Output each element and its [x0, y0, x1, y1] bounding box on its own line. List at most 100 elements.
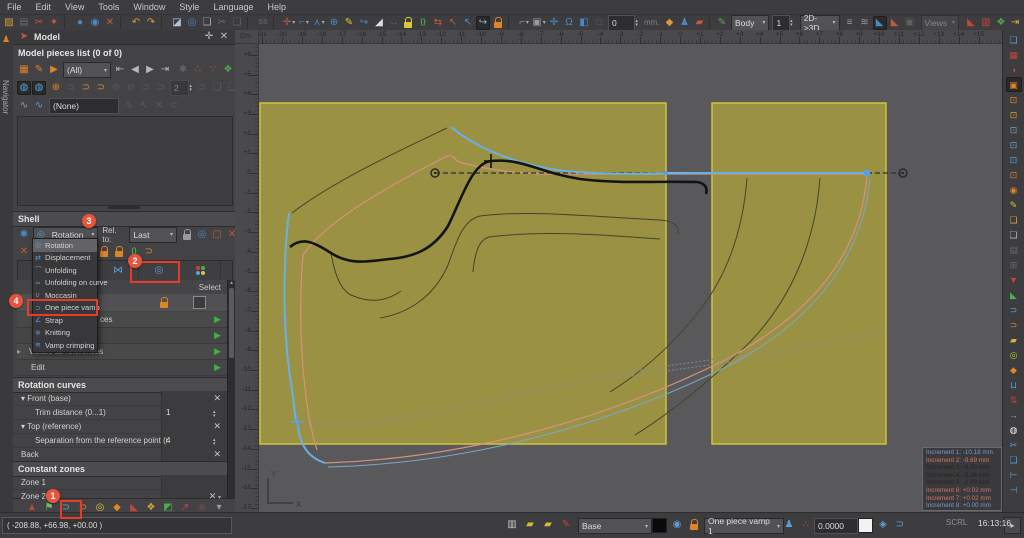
- prev-icon[interactable]: ◀: [128, 63, 142, 77]
- row-lock-icon[interactable]: [157, 296, 171, 310]
- branch-tool-icon[interactable]: ⋏▾: [312, 16, 326, 30]
- surface-mode-icon[interactable]: SS: [256, 16, 270, 30]
- tool-blue-icon[interactable]: ⊔: [1006, 377, 1022, 392]
- property-row[interactable]: ▾ Front (base)✕: [13, 391, 235, 406]
- tab-pieces-colors[interactable]: [180, 262, 221, 279]
- apply-arrow-icon[interactable]: ▶: [214, 362, 221, 373]
- piece-lock-icon[interactable]: [687, 518, 701, 532]
- copies-field[interactable]: 2: [170, 80, 189, 96]
- ref-box-icon[interactable]: □: [592, 16, 606, 30]
- eraser-icon[interactable]: ◪: [170, 16, 184, 30]
- clear-curve-button[interactable]: ✕: [213, 449, 221, 459]
- link-icon[interactable]: ↔: [387, 16, 401, 30]
- tiles-icon[interactable]: ⊞: [1006, 257, 1022, 272]
- scroll-more-icon[interactable]: ▾: [216, 495, 221, 501]
- clear-curve-button[interactable]: ✕: [213, 421, 221, 431]
- model-window-icon[interactable]: ➤: [17, 30, 31, 44]
- compare-icon[interactable]: ▰: [693, 16, 707, 30]
- win-c-icon[interactable]: ⊡: [1006, 122, 1022, 137]
- menu-help[interactable]: Help: [260, 2, 293, 12]
- star-icon[interactable]: ✱: [176, 63, 190, 77]
- property-value[interactable]: 4: [166, 436, 170, 445]
- last-ref-icon[interactable]: ◆: [663, 16, 677, 30]
- curve-d-icon[interactable]: ⊂: [167, 99, 181, 113]
- color-grid-icon[interactable]: ❖: [994, 16, 1008, 30]
- drawing-canvas[interactable]: Y X: [235, 30, 1002, 512]
- win-ball-icon[interactable]: ◉: [1006, 182, 1022, 197]
- vamp-status-icon[interactable]: ⊃: [893, 518, 907, 532]
- shell-target-icon[interactable]: ◎: [195, 228, 209, 242]
- delete-shell-icon[interactable]: ✕: [17, 245, 31, 259]
- first-icon[interactable]: ⇤: [113, 63, 127, 77]
- option-row[interactable]: Edit▶: [17, 360, 227, 376]
- group-field[interactable]: (None): [49, 98, 119, 114]
- menu-item-unfolding-on-curve[interactable]: ≃Unfolding on curve: [33, 277, 97, 290]
- point-tool-icon[interactable]: ✛▾: [282, 16, 296, 30]
- menu-item-vamp-crimping[interactable]: ≋Vamp crimping: [33, 339, 97, 352]
- folder-a-icon[interactable]: ▰: [523, 518, 537, 532]
- diamond-icon[interactable]: ◈: [876, 518, 890, 532]
- measure-a-icon[interactable]: ⊢: [1006, 467, 1022, 482]
- pieces-list[interactable]: [17, 116, 233, 206]
- menu-tools[interactable]: Tools: [91, 2, 126, 12]
- piece-c-icon[interactable]: ⊃: [139, 81, 153, 95]
- model-tools-icon[interactable]: ✦: [47, 16, 61, 30]
- menu-view[interactable]: View: [58, 2, 91, 12]
- dots-red-a-icon[interactable]: ∴: [191, 63, 205, 77]
- menu-window[interactable]: Window: [126, 2, 172, 12]
- piece-b-icon[interactable]: ⊘: [124, 81, 138, 95]
- brush-icon[interactable]: ✎: [715, 16, 729, 30]
- zone-select-icon[interactable]: ▢: [210, 228, 224, 242]
- visibility-icon[interactable]: ◉: [670, 518, 684, 532]
- navigator-dock[interactable]: ♟ Navigator: [0, 30, 14, 512]
- center-snap-icon[interactable]: ▣▾: [532, 16, 546, 30]
- mannequin-icon[interactable]: ♟: [678, 16, 692, 30]
- swap-red-icon[interactable]: ⇆: [431, 16, 445, 30]
- import-pieces-icon[interactable]: ❖: [221, 63, 235, 77]
- win-f-icon[interactable]: ⊡: [1006, 167, 1022, 182]
- braces-icon[interactable]: {}: [416, 16, 430, 30]
- corner-tool-icon[interactable]: ⌐▾: [297, 16, 311, 30]
- copy-icon[interactable]: ❏: [200, 16, 214, 30]
- measure-value-field[interactable]: 0.0000: [814, 518, 858, 534]
- lock-b-icon[interactable]: [112, 245, 126, 259]
- exit-icon[interactable]: ⇥: [1008, 16, 1022, 30]
- piece-open-icon[interactable]: ⊃: [79, 81, 93, 95]
- property-row[interactable]: Zone 1: [13, 475, 235, 490]
- vamp-ref-icon[interactable]: ⊃: [142, 245, 156, 259]
- move-icon[interactable]: ✛: [547, 16, 561, 30]
- piece-new-icon[interactable]: ⊕: [49, 81, 63, 95]
- sphere-view-icon[interactable]: ●: [73, 16, 87, 30]
- win-pencil-icon[interactable]: ✎: [1006, 197, 1022, 212]
- menu-item-moccasin[interactable]: ∪Moccasin: [33, 289, 97, 302]
- cursor-select-icon[interactable]: ↖: [461, 16, 475, 30]
- print-icon[interactable]: ▤: [1006, 242, 1022, 257]
- shell-new-icon[interactable]: ✱: [17, 228, 31, 242]
- lock-orange-icon[interactable]: [491, 16, 505, 30]
- half-circle-icon[interactable]: ◑: [1006, 62, 1022, 77]
- current-piece-combo[interactable]: One piece vamp 1▾: [704, 518, 784, 534]
- vamp-orange-icon[interactable]: ⊃: [1006, 317, 1022, 332]
- win-orange-icon[interactable]: ▣: [1006, 77, 1022, 92]
- apply-arrow-icon[interactable]: ▶: [214, 314, 221, 325]
- base-layer-combo[interactable]: Base▾: [578, 518, 652, 534]
- shoe-3d-icon[interactable]: ◣: [873, 16, 887, 30]
- mode-combo[interactable]: 2D->3D▾: [800, 15, 840, 31]
- clone-blue-icon[interactable]: ❏: [1006, 452, 1022, 467]
- curve-edit-icon[interactable]: ↪: [476, 16, 490, 30]
- menu-item-rotation[interactable]: ◎Rotation: [33, 239, 97, 252]
- last-orange-icon[interactable]: ◆: [1006, 362, 1022, 377]
- add-piece-icon[interactable]: ◣: [964, 16, 978, 30]
- rotate-icon[interactable]: Ω: [562, 16, 576, 30]
- offset-mm-stepper[interactable]: ▴▾: [635, 19, 641, 27]
- grid-view-icon[interactable]: ▥: [505, 518, 519, 532]
- win-b-icon[interactable]: ⊡: [1006, 107, 1022, 122]
- undo-icon[interactable]: ↶: [129, 16, 143, 30]
- menu-edit[interactable]: Edit: [29, 2, 59, 12]
- rel-to-combo[interactable]: Last▾: [129, 227, 177, 243]
- piece-copy2-icon[interactable]: ❏: [210, 81, 224, 95]
- pieces-filter-combo[interactable]: (All)▾: [63, 62, 111, 78]
- folders-icon[interactable]: ❏: [1006, 212, 1022, 227]
- pin-red-icon[interactable]: ▼: [1006, 272, 1022, 287]
- vamp-blue-icon[interactable]: ⊃: [1006, 302, 1022, 317]
